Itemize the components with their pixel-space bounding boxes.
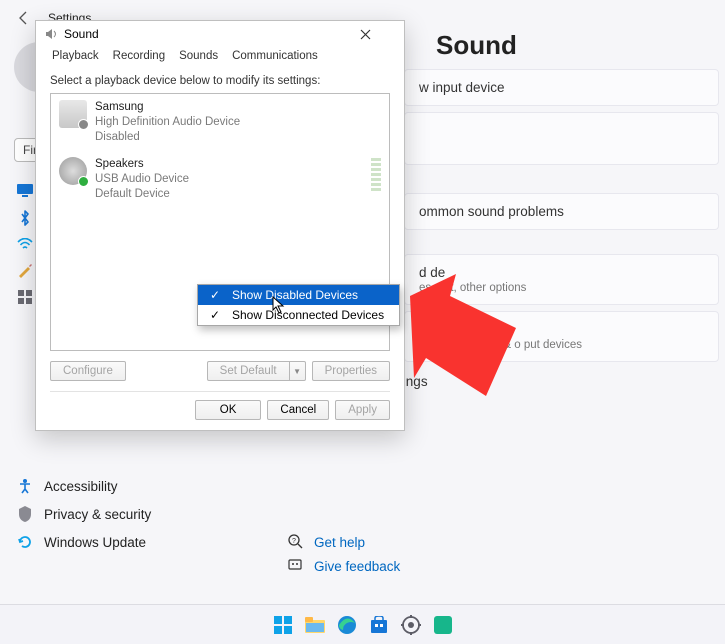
nav-privacy[interactable]: Privacy & security [14,500,214,528]
close-button[interactable] [360,29,396,40]
tab-sounds[interactable]: Sounds [173,47,224,67]
page-title: Sound [436,30,719,61]
device-samsung[interactable]: Samsung High Definition Audio Device Dis… [51,94,389,151]
feedback-link[interactable]: Give feedback [314,559,400,574]
card-mixer[interactable]: mixere mix, app input & o put devices [404,311,719,362]
configure-button[interactable]: Configure [50,361,126,381]
update-icon [16,534,34,550]
get-help[interactable]: ? Get help [288,530,400,554]
system-icon [16,184,34,198]
dialog-titlebar[interactable]: Sound [36,21,404,47]
ctx-show-disconnected[interactable]: ✓ Show Disconnected Devices [198,305,399,325]
card-devices[interactable]: d dees o ot, other options [404,254,719,305]
dialog-tabs: Playback Recording Sounds Communications [36,47,404,67]
bluetooth-icon [16,210,34,226]
nav-label: Accessibility [44,479,118,494]
device-desc: High Definition Audio Device [95,115,240,130]
device-speakers[interactable]: Speakers USB Audio Device Default Device [51,151,389,208]
speaker-icon [59,157,87,185]
card-input-device[interactable]: w input device [404,69,719,106]
ctx-show-disabled[interactable]: ✓ Show Disabled Devices [198,285,399,305]
nav-update[interactable]: Windows Update [14,528,214,556]
app-icon[interactable] [429,611,457,639]
monitor-icon [59,100,87,128]
device-name: Speakers [95,157,189,172]
back-icon[interactable] [16,10,32,26]
apps-icon [16,290,34,304]
tab-playback[interactable]: Playback [46,47,105,67]
card-spacer[interactable] [404,112,719,165]
context-menu: ✓ Show Disabled Devices ✓ Show Disconnec… [197,284,400,326]
cancel-button[interactable]: Cancel [267,400,329,420]
help-icon: ? [288,534,304,550]
nav-label: Privacy & security [44,507,151,522]
help-section: ? Get help Give feedback [288,530,400,578]
level-meter [371,157,381,191]
personalization-icon [16,262,34,278]
tab-communications[interactable]: Communications [226,47,324,67]
set-default-split[interactable]: Set Default ▼ [207,361,306,381]
nav-accessibility[interactable]: Accessibility [14,472,214,500]
card-troubleshoot[interactable]: ommon sound problems [404,193,719,230]
nav-label: Windows Update [44,535,146,550]
privacy-icon [16,506,34,522]
apply-button[interactable]: Apply [335,400,390,420]
ctx-label: Show Disconnected Devices [232,308,384,322]
check-icon: ✓ [208,288,222,302]
set-default-button[interactable]: Set Default [207,361,290,381]
explorer-icon[interactable] [301,611,329,639]
tab-recording[interactable]: Recording [107,47,171,67]
ok-button[interactable]: OK [195,400,262,420]
sound-dialog: Sound Playback Recording Sounds Communic… [35,20,405,431]
device-name: Samsung [95,100,240,115]
check-icon: ✓ [208,308,222,322]
give-feedback[interactable]: Give feedback [288,554,400,578]
help-link[interactable]: Get help [314,535,365,550]
network-icon [16,238,34,250]
properties-button[interactable]: Properties [312,361,390,381]
instruction-text: Select a playback device below to modify… [50,75,390,87]
chevron-down-icon[interactable]: ▼ [290,361,306,381]
store-icon[interactable] [365,611,393,639]
device-desc: USB Audio Device [95,172,189,187]
accessibility-icon [16,478,34,494]
start-icon[interactable] [269,611,297,639]
device-status: Default Device [95,187,189,202]
taskbar [0,604,725,644]
ctx-label: Show Disabled Devices [232,288,358,302]
feedback-icon [288,558,304,574]
svg-text:?: ? [292,538,296,545]
dialog-title: Sound [64,27,99,41]
device-status: Disabled [95,130,240,145]
sound-icon [44,27,58,41]
edge-icon[interactable] [333,611,361,639]
settings-icon[interactable] [397,611,425,639]
